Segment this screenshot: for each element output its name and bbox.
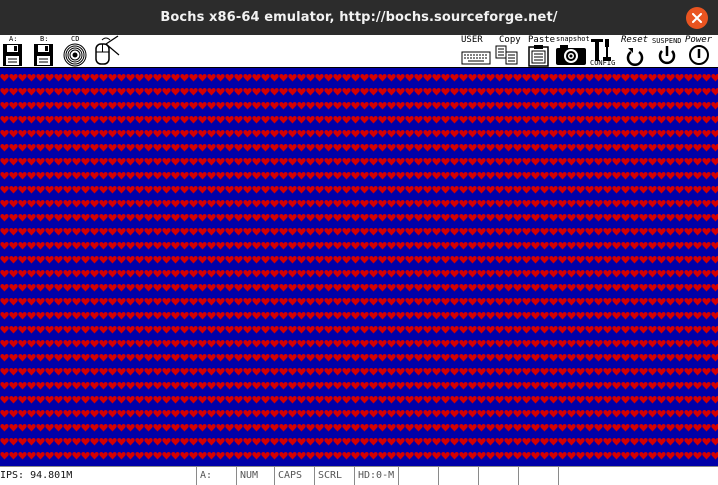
status-cell-empty bbox=[518, 467, 558, 485]
power-button[interactable]: Power bbox=[685, 35, 718, 67]
floppy-b-button[interactable]: B: bbox=[31, 35, 57, 67]
copy-button[interactable]: Copy bbox=[494, 35, 521, 67]
window-title: Bochs x86-64 emulator, http://bochs.sour… bbox=[160, 10, 558, 25]
mouse-capture-button[interactable] bbox=[92, 35, 120, 67]
user-button[interactable]: USER bbox=[460, 35, 492, 67]
ips-indicator: IPS: 94.801M bbox=[0, 470, 73, 481]
toolbar: A: B: CD USER Copy Paste snapshot CONFIG… bbox=[0, 35, 718, 68]
power-icon bbox=[689, 45, 709, 65]
title-bar: Bochs x86-64 emulator, http://bochs.sour… bbox=[0, 0, 718, 35]
emulator-screen[interactable] bbox=[0, 68, 718, 466]
close-icon bbox=[692, 13, 702, 23]
floppy-disk-icon bbox=[3, 44, 22, 66]
bochs-window: Bochs x86-64 emulator, http://bochs.sour… bbox=[0, 0, 718, 485]
floppy-disk-icon bbox=[34, 44, 53, 66]
heart-pattern bbox=[0, 68, 718, 466]
status-cell-empty bbox=[398, 467, 438, 485]
suspend-button[interactable]: SUSPEND bbox=[651, 35, 685, 67]
floppy-a-button[interactable]: A: bbox=[0, 35, 26, 67]
status-cell-empty bbox=[478, 467, 518, 485]
caps-lock-indicator: CAPS bbox=[274, 467, 314, 485]
floppy-indicator: A: bbox=[196, 467, 236, 485]
snapshot-button[interactable]: snapshot bbox=[554, 35, 590, 67]
status-cell-empty bbox=[558, 467, 718, 485]
cdrom-button[interactable]: CD bbox=[62, 35, 90, 67]
close-button[interactable] bbox=[686, 7, 708, 29]
scroll-lock-indicator: SCRL bbox=[314, 467, 354, 485]
num-lock-indicator: NUM bbox=[236, 467, 274, 485]
camera-icon bbox=[556, 45, 586, 65]
status-cell-empty bbox=[438, 467, 478, 485]
hard-disk-indicator: HD:0-M bbox=[354, 467, 398, 485]
reset-icon bbox=[626, 48, 644, 66]
config-label: CONFIG bbox=[590, 59, 616, 67]
keyboard-icon bbox=[461, 51, 491, 65]
suspend-icon bbox=[658, 46, 676, 65]
config-button[interactable]: CONFIG bbox=[589, 35, 621, 67]
reset-button[interactable]: Reset bbox=[621, 35, 651, 67]
paste-button[interactable]: Paste bbox=[526, 35, 555, 67]
copy-icon bbox=[495, 45, 518, 65]
status-bar: IPS: 94.801M A: NUM CAPS SCRL HD:0-M bbox=[0, 466, 718, 485]
clipboard-icon bbox=[528, 45, 549, 67]
mouse-icon bbox=[95, 35, 120, 65]
cdrom-icon bbox=[63, 43, 87, 67]
